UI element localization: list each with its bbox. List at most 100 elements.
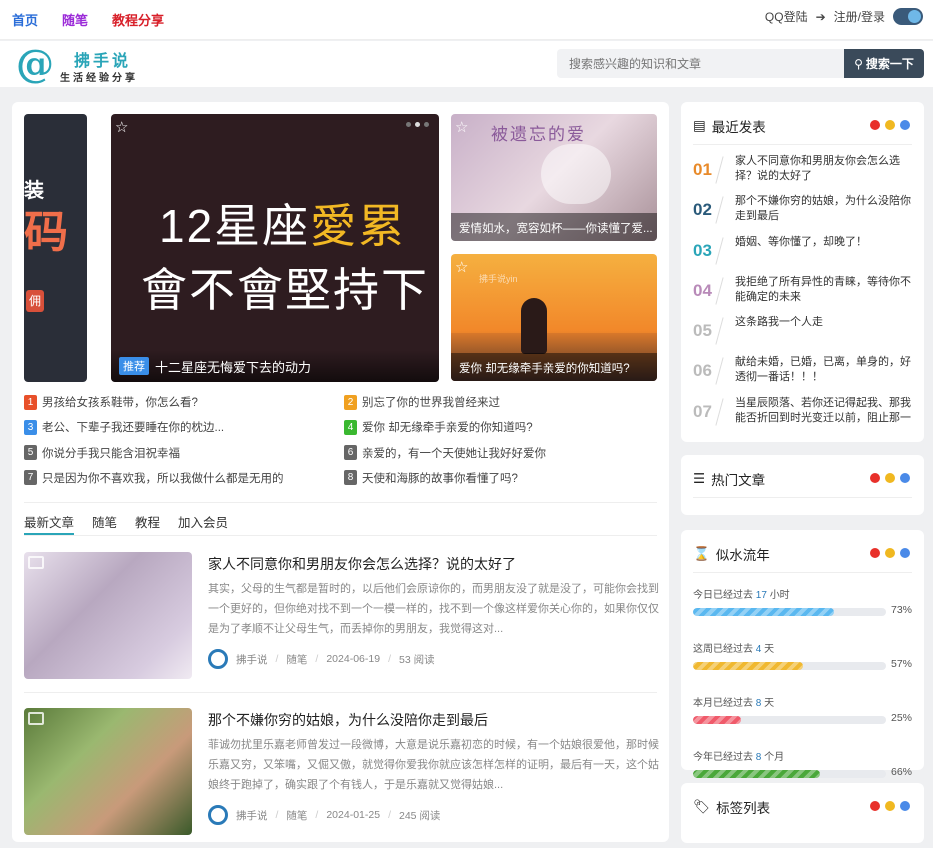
tab-tutorial[interactable]: 教程 — [135, 512, 160, 535]
widget-title: 最近发表 — [711, 120, 766, 135]
widget-dots — [870, 473, 910, 483]
recent-item[interactable]: 03 婚姻、等你懂了，却晚了！ — [693, 235, 911, 275]
tab-membership[interactable]: 加入会员 — [178, 512, 228, 535]
recent-title[interactable]: 献给未婚，已婚，已离，单身的，好透彻一番话！！！ — [723, 355, 911, 385]
widget-timeflow: ⌛ 似水流年 今日已经过去 17 小时 73% 这周已经过去 4 天 57% 本月已经过去… — [681, 530, 924, 778]
feature-card-1[interactable]: ☆ 被遗忘的爱 爱情如水，宽容如杯——你读懂了爱... — [451, 114, 657, 241]
time-progress-row: 今日已经过去 17 小时 73% — [693, 586, 912, 640]
hourglass-icon: ⌛ — [693, 546, 710, 561]
article-meta: 拂手说 / 随笔/ 2024-06-19/ 53 阅读 — [208, 649, 435, 669]
time-progress-row: 本月已经过去 8 天 25% — [693, 694, 912, 748]
recent-item[interactable]: 06 献给未婚，已婚，已离，单身的，好透彻一番话！！！ — [693, 355, 911, 395]
hot-link-title[interactable]: 别忘了你的世界我曾经来过 — [362, 394, 500, 410]
hot-link-item[interactable]: 2 别忘了你的世界我曾经来过 — [344, 394, 657, 410]
recent-rank: 01 — [693, 154, 723, 180]
recent-item[interactable]: 02 那个不嫌你穷的姑娘，为什么没陪你走到最后 — [693, 194, 911, 234]
category[interactable]: 随笔 — [286, 808, 307, 823]
rank-badge: 4 — [344, 419, 357, 435]
recent-title[interactable]: 婚姻、等你懂了，却晚了！ — [723, 235, 867, 265]
article-title[interactable]: 那个不嫌你穷的姑娘，为什么没陪你走到最后 — [208, 710, 488, 730]
avatar[interactable] — [208, 805, 228, 825]
nav-tutorial[interactable]: 教程分享 — [112, 10, 164, 29]
recent-title[interactable]: 当星辰陨落、若你还记得起我、那我能否折回到时光变迁以前，阻止那一 — [723, 396, 911, 426]
progress-bar — [693, 608, 886, 616]
register-login-link[interactable]: 注册/登录 — [834, 8, 885, 25]
widget-title: 似水流年 — [715, 548, 770, 563]
theme-toggle[interactable] — [893, 8, 923, 25]
avatar[interactable] — [208, 649, 228, 669]
hot-link-title[interactable]: 老公、下辈子我还要睡在你的枕边... — [42, 419, 224, 435]
widget-dots — [870, 801, 910, 811]
recent-title[interactable]: 我拒绝了所有异性的青睐，等待你不能确定的未来 — [723, 275, 911, 305]
recent-item[interactable]: 01 家人不同意你和男朋友你会怎么选择？说的太好了 — [693, 154, 911, 194]
tab-essay[interactable]: 随笔 — [92, 512, 117, 535]
logo-title[interactable]: 拂手说 — [74, 47, 131, 71]
main-content: 装 码 佣 ☆ 12星座愛累 會不會堅持下 推荐 十二星座无悔爱下去的动力 ☆ … — [12, 102, 669, 842]
hot-link-item[interactable]: 3 老公、下辈子我还要睡在你的枕边... — [24, 419, 344, 435]
star-icon[interactable]: ☆ — [455, 118, 468, 136]
user-icon: ➔ — [815, 9, 826, 24]
date: 2024-06-19 — [326, 653, 381, 665]
hot-link-title[interactable]: 天使和海豚的故事你看懂了吗? — [362, 470, 518, 486]
card1-caption[interactable]: 爱情如水，宽容如杯——你读懂了爱... — [451, 213, 657, 241]
recent-item[interactable]: 05 这条路我一个人走 — [693, 315, 911, 355]
hot-link-title[interactable]: 你说分手我只能含泪祝幸福 — [42, 445, 180, 461]
hot-link-item[interactable]: 7 只是因为你不喜欢我，所以我做什么都是无用的 — [24, 470, 344, 486]
article-excerpt: 其实，父母的生气都是暂时的，以后他们会原谅你的，而男朋友没了就是没了，可能你会找… — [208, 583, 659, 635]
article-title[interactable]: 家人不同意你和男朋友你会怎么选择？说的太好了 — [208, 554, 516, 574]
recent-list: 01 家人不同意你和男朋友你会怎么选择？说的太好了 02 那个不嫌你穷的姑娘，为什么没… — [693, 154, 911, 436]
progress-percent: 25% — [890, 712, 912, 724]
star-icon[interactable]: ☆ — [455, 258, 468, 276]
hot-link-item[interactable]: 4 爱你 却无缘牵手亲爱的你知道吗? — [344, 419, 657, 435]
logo-subtitle: 生活经验分享 — [60, 73, 138, 84]
article-thumbnail[interactable] — [24, 552, 192, 679]
card2-watermark: 拂手说yin — [479, 274, 518, 284]
article-excerpt: 菲诚勿扰里乐嘉老师曾发过一段微博，大意是说乐嘉初恋的时候，有一个姑娘很爱他，那时… — [208, 739, 659, 791]
widget-title: 热门文章 — [711, 473, 766, 488]
recent-title[interactable]: 这条路我一个人走 — [723, 315, 823, 345]
slide-main[interactable]: ☆ 12星座愛累 會不會堅持下 推荐 十二星座无悔爱下去的动力 — [111, 114, 439, 382]
top-bar: 首页 随笔 教程分享 QQ登陆 ➔ 注册/登录 — [0, 0, 933, 40]
article-thumbnail[interactable] — [24, 708, 192, 835]
widget-dots — [870, 548, 910, 558]
recent-item[interactable]: 07 当星辰陨落、若你还记得起我、那我能否折回到时光变迁以前，阻止那一 — [693, 396, 911, 436]
hot-link-item[interactable]: 6 亲爱的，有一个天使她让我好好爱你 — [344, 445, 657, 461]
progress-percent: 66% — [890, 766, 912, 778]
hot-link-item[interactable]: 5 你说分手我只能含泪祝幸福 — [24, 445, 344, 461]
search-button-label: 搜索一下 — [865, 57, 914, 71]
slide-main-title[interactable]: 十二星座无悔爱下去的动力 — [155, 357, 311, 376]
recent-item[interactable]: 04 我拒绝了所有异性的青睐，等待你不能确定的未来 — [693, 275, 911, 315]
search-button[interactable]: ⚲ 搜索一下 — [844, 49, 924, 78]
category[interactable]: 随笔 — [286, 652, 307, 667]
hot-link-item[interactable]: 1 男孩给女孩系鞋带，你怎么看? — [24, 394, 344, 410]
recent-title[interactable]: 家人不同意你和男朋友你会怎么选择？说的太好了 — [723, 154, 911, 184]
search-input[interactable] — [557, 49, 844, 78]
couple-silhouette — [521, 298, 547, 354]
star-icon[interactable]: ☆ — [115, 118, 128, 136]
progress-bar — [693, 716, 886, 724]
card2-caption[interactable]: 爱你 却无缘牵手亲爱的你知道吗? — [451, 353, 657, 381]
author[interactable]: 拂手说 — [236, 808, 268, 823]
read-count: 245 阅读 — [398, 809, 441, 822]
hot-link-title[interactable]: 只是因为你不喜欢我，所以我做什么都是无用的 — [42, 470, 284, 486]
hot-link-title[interactable]: 男孩给女孩系鞋带，你怎么看? — [42, 394, 198, 410]
progress-fill — [693, 662, 803, 670]
recent-rank: 02 — [693, 194, 723, 220]
recent-rank: 07 — [693, 396, 723, 422]
feature-card-2[interactable]: ☆ 拂手说yin 爱你 却无缘牵手亲爱的你知道吗? — [451, 254, 657, 381]
logo-icon[interactable]: @ — [16, 45, 54, 83]
nav-essay[interactable]: 随笔 — [62, 10, 88, 29]
progress-percent: 57% — [890, 658, 912, 670]
hot-link-item[interactable]: 8 天使和海豚的故事你看懂了吗? — [344, 470, 657, 486]
hot-link-title[interactable]: 爱你 却无缘牵手亲爱的你知道吗? — [362, 419, 533, 435]
author[interactable]: 拂手说 — [236, 652, 268, 667]
progress-fill — [693, 608, 834, 616]
nav-home[interactable]: 首页 — [12, 10, 38, 29]
tab-latest[interactable]: 最新文章 — [24, 512, 75, 535]
slider-dots[interactable] — [406, 122, 429, 127]
read-count: 53 阅读 — [398, 653, 435, 666]
recent-title[interactable]: 那个不嫌你穷的姑娘，为什么没陪你走到最后 — [723, 194, 911, 224]
hot-link-title[interactable]: 亲爱的，有一个天使她让我好好爱你 — [362, 445, 546, 461]
slide-prev[interactable]: 装 码 佣 — [24, 114, 87, 382]
qq-login-link[interactable]: QQ登陆 — [765, 8, 808, 25]
